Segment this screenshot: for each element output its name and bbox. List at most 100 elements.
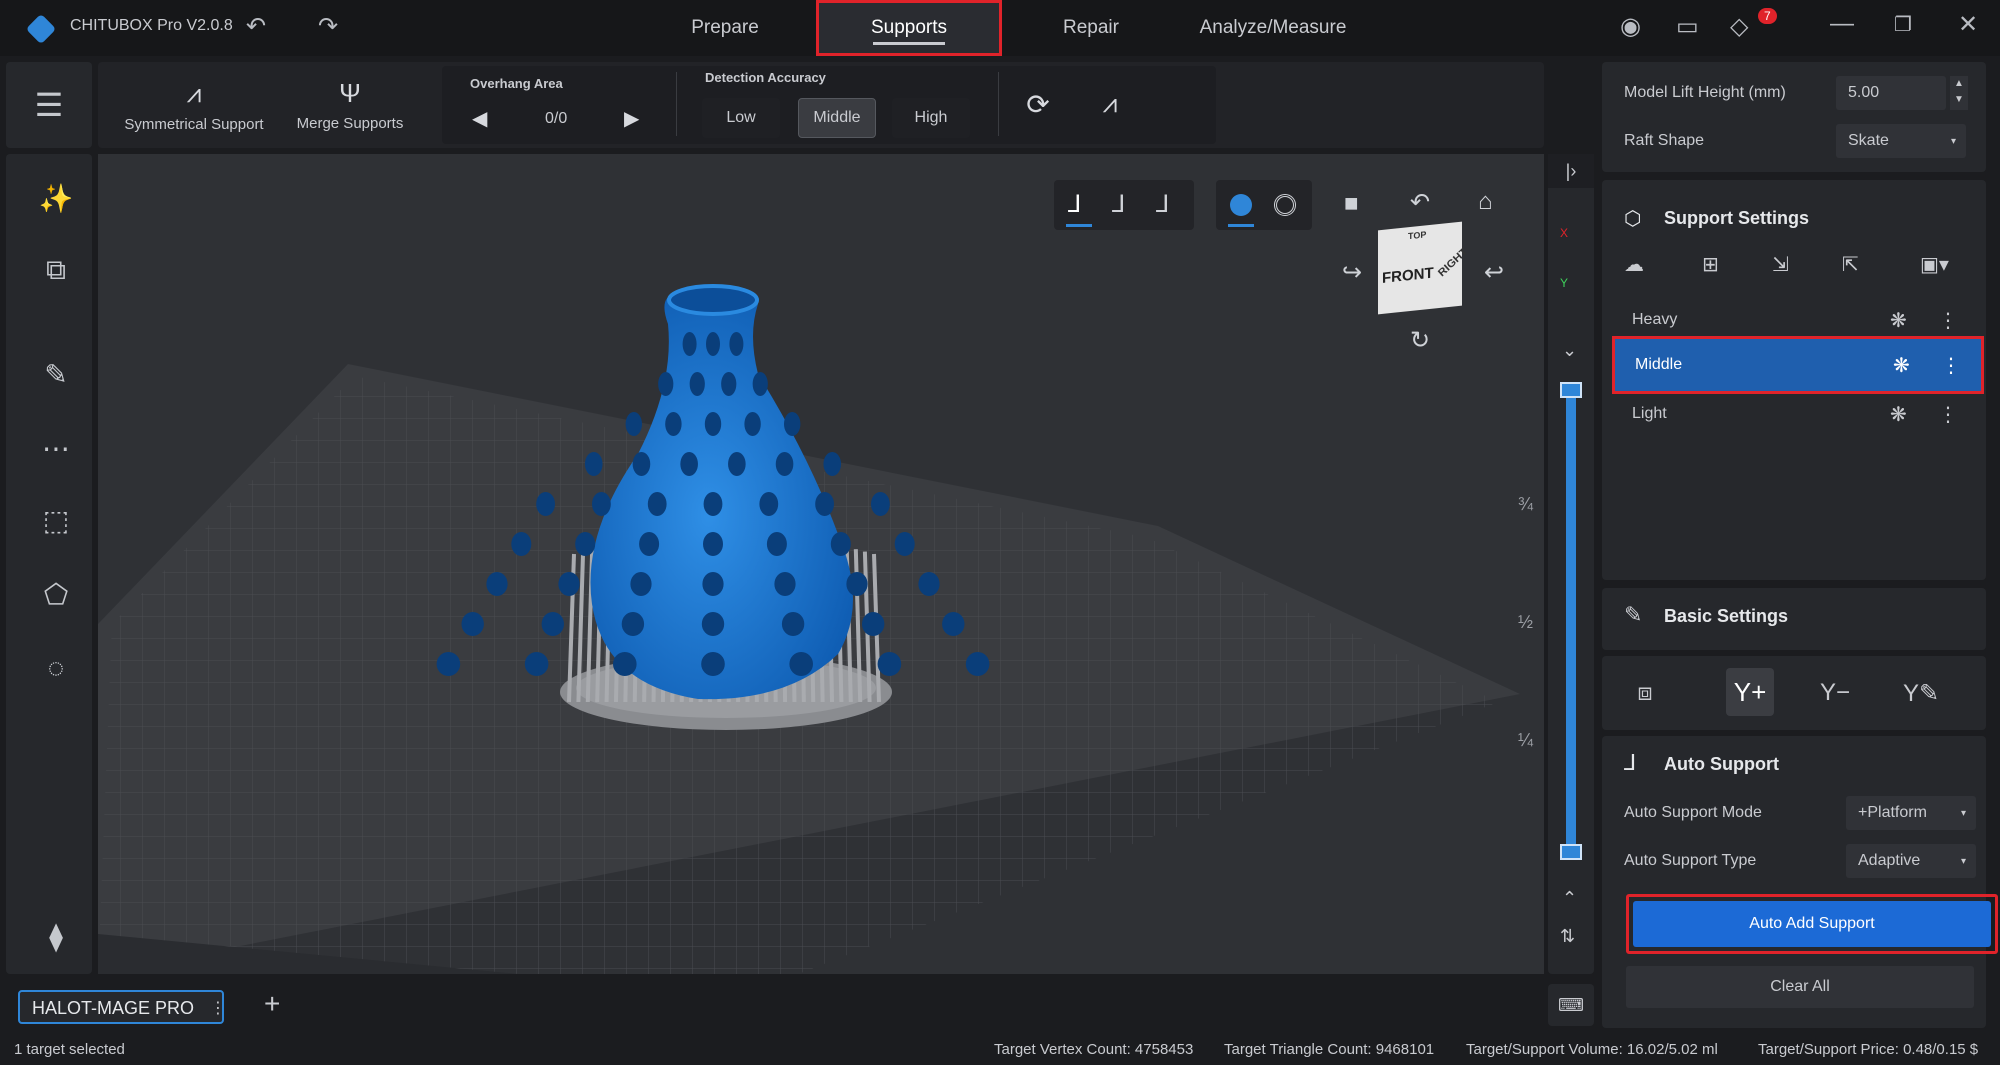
keyboard-icon[interactable]: ⌨ [1548,984,1594,1026]
accuracy-high-button[interactable]: High [892,98,970,138]
layer-swap-icon[interactable]: ⇅ [1560,926,1575,947]
tab-supports[interactable]: Supports [816,0,1002,56]
add-preset-icon[interactable]: ⊞ [1702,252,1719,277]
chevron-down-icon: ▾ [1960,855,1966,867]
layer-range-track[interactable] [1566,390,1576,860]
support-settings-icon[interactable]: ⩘ [1090,84,1130,124]
auto-add-support-highlight: Auto Add Support [1626,894,1998,954]
preset-light[interactable]: Light ❋ ⋮ [1612,392,1970,436]
support-tool-tabs: ⧈ Y+ Y− Y✎ [1602,656,1986,730]
overhang-area-label: Overhang Area [470,76,563,91]
accuracy-middle-button[interactable]: Middle [798,98,876,138]
message-icon[interactable]: ▭ [1676,12,1699,41]
view-box-icon[interactable]: ■ [1344,190,1359,218]
basic-settings-panel[interactable]: ✎ Basic Settings [1602,588,1986,650]
support-light-tip-icon[interactable]: ⅃ [1156,190,1169,219]
auto-support-mode-select[interactable]: +Platform ▾ [1846,796,1976,830]
layer-slider-panel: |› X Y ⌄ ⌃ ⇅ [1548,154,1594,974]
menu-icon[interactable]: ☰ [24,80,74,130]
layer-bottom-handle[interactable] [1560,844,1582,860]
layout-icon[interactable]: ⧉ [32,246,80,294]
layer-mark-1-2: ½ [1518,612,1534,632]
status-bar: 1 target selected Target Vertex Count: 4… [0,1035,2000,1065]
auto-support-mode-value: +Platform [1858,804,1927,821]
orbit-down-icon[interactable]: ↻ [1410,326,1430,355]
manual-edit-icon[interactable]: ⧈ [1622,670,1668,716]
home-view-icon[interactable]: ⌂ [1478,188,1493,216]
rect-select-icon[interactable]: ⬚ [32,496,80,544]
auto-support-panel: ⅃ Auto Support Auto Support Mode +Platfo… [1602,736,1998,1028]
auto-add-support-button[interactable]: Auto Add Support [1633,901,1991,947]
lift-height-stepper[interactable]: ▲ ▼ [1950,76,1968,110]
redo-icon[interactable]: ↷ [318,12,338,41]
chevron-down-icon[interactable]: ⌄ [1562,340,1577,361]
tab-analyze-measure[interactable]: Analyze/Measure [1180,0,1366,56]
chevron-up-icon[interactable]: ⌃ [1562,888,1577,909]
vase-rim [667,284,759,316]
divider [676,72,677,136]
remove-support-icon[interactable]: Y− [1812,670,1858,716]
orbit-left-icon[interactable]: ↪ [1342,258,1362,287]
vase-model[interactable] [590,289,853,700]
circle-select-icon[interactable]: ◌ [32,644,80,692]
3d-viewport[interactable]: ⅃ ⅃ ⅃ ■ ↶ ⌂ ↪ TOP FRONT RIGHT ↩ ↻ 90° ⦾ … [98,154,1544,974]
collapse-panel-icon[interactable]: |› [1548,154,1594,188]
cloud-upload-icon[interactable]: ☁ [1624,252,1644,277]
notification-badge: 7 [1758,8,1777,24]
render-mode-group [1216,180,1312,230]
model-lift-height-input[interactable]: 5.00 [1836,76,1946,110]
preset-mesh-icon[interactable]: ❋ [1893,353,1910,378]
tab-repair[interactable]: Repair [1028,0,1154,56]
account-icon[interactable]: ◉ [1620,12,1641,41]
layer-top-handle[interactable] [1560,382,1582,398]
more-options-icon[interactable]: ⋮ [1938,308,1958,333]
view-cube-top[interactable]: TOP [1408,229,1426,241]
save-preset-icon[interactable]: ▣▾ [1920,252,1949,277]
paint-brush-icon[interactable]: ✎ [32,350,80,398]
close-icon[interactable]: ✕ [1958,10,1978,39]
xray-view-icon[interactable] [1274,194,1296,216]
line-select-icon[interactable]: ⋯ [32,424,80,472]
preset-mesh-icon[interactable]: ❋ [1890,308,1907,333]
tab-prepare[interactable]: Prepare [660,0,790,56]
support-heavy-tip-icon[interactable]: ⅃ [1068,190,1081,219]
layers-icon[interactable]: ⧫ [32,912,80,960]
raft-shape-select[interactable]: Skate ▾ [1836,124,1966,158]
printer-tab[interactable]: HALOT-MAGE PRO ⋮ [18,990,226,1024]
undo-icon[interactable]: ↶ [246,12,266,41]
refresh-detection-icon[interactable]: ⟳ [1018,84,1058,124]
minimize-icon[interactable]: — [1830,10,1854,38]
overhang-next-icon[interactable]: ▶ [624,106,639,131]
restore-icon[interactable]: ❐ [1894,12,1912,37]
support-mode-group: ⅃ ⅃ ⅃ [1054,180,1194,230]
support-settings-icon: ⬡ [1624,208,1642,230]
rotate-left-icon[interactable]: ↶ [1410,188,1430,217]
merge-supports-button[interactable]: Ψ Merge Supports [280,66,420,144]
export-preset-icon[interactable]: ⇱ [1842,252,1859,277]
notification-icon[interactable]: ◇ [1730,12,1748,41]
overhang-prev-icon[interactable]: ◀ [472,106,487,131]
add-printer-icon[interactable]: + [264,988,280,1020]
more-options-icon[interactable]: ⋮ [1941,353,1961,378]
import-preset-icon[interactable]: ⇲ [1772,252,1789,277]
auto-support-type-select[interactable]: Adaptive ▾ [1846,844,1976,878]
edit-support-icon[interactable]: Y✎ [1898,670,1944,716]
detection-accuracy-label: Detection Accuracy [705,70,826,85]
support-medium-tip-icon[interactable]: ⅃ [1112,190,1125,219]
view-cube[interactable]: TOP FRONT RIGHT [1378,221,1470,315]
symmetrical-support-button[interactable]: ⩘ Symmetrical Support [108,66,280,144]
accuracy-low-button[interactable]: Low [702,98,780,138]
more-options-icon[interactable]: ⋮ [1938,402,1958,427]
more-options-icon[interactable]: ⋮ [210,998,226,1018]
preset-middle[interactable]: Middle ❋ ⋮ [1612,336,1984,394]
lasso-select-icon[interactable]: ⬠ [32,570,80,618]
basic-settings-icon: ✎ [1624,602,1643,627]
view-cube-front[interactable]: FRONT [1382,265,1434,287]
printer-tab-label: HALOT-MAGE PRO [32,998,195,1018]
add-support-icon[interactable]: Y+ [1726,668,1774,716]
orbit-right-icon[interactable]: ↩ [1484,258,1504,287]
clear-all-button[interactable]: Clear All [1626,966,1974,1008]
preset-mesh-icon[interactable]: ❋ [1890,402,1907,427]
magic-wand-icon[interactable]: ✨ [32,174,80,222]
solid-view-icon[interactable] [1230,194,1252,216]
